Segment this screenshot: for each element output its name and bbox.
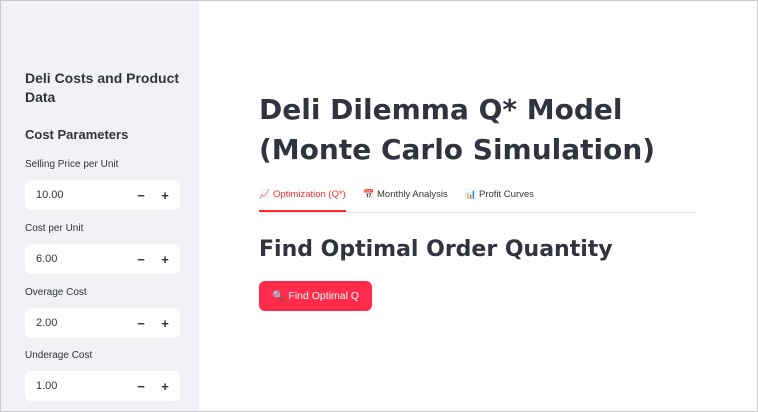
- app-window: Deli Costs and Product Data Cost Paramet…: [0, 0, 758, 412]
- param-label: Overage Cost: [25, 287, 87, 298]
- find-optimal-q-button[interactable]: 🔍 Find Optimal Q: [259, 281, 372, 311]
- decrement-button[interactable]: −: [129, 371, 153, 401]
- tab-label: Monthly Analysis: [377, 189, 448, 200]
- tab-optimization[interactable]: 📈 Optimization (Q*): [259, 184, 346, 212]
- cost-per-unit-input[interactable]: 6.00 − +: [25, 244, 180, 274]
- sidebar: Deli Costs and Product Data Cost Paramet…: [1, 1, 199, 411]
- section-title-cost-parameters: Cost Parameters: [25, 127, 129, 142]
- tab-bar: 📈 Optimization (Q*) 📅 Monthly Analysis 📊 Pr…: [259, 184, 695, 213]
- tab-monthly-analysis[interactable]: 📅 Monthly Analysis: [363, 184, 448, 211]
- tab-profit-curves[interactable]: 📊 Profit Curves: [465, 184, 534, 211]
- param-overage-cost: Overage Cost 2.00 − +: [25, 286, 180, 338]
- section-heading: Find Optimal Order Quantity: [259, 237, 613, 262]
- decrement-button[interactable]: −: [129, 244, 153, 274]
- underage-cost-value[interactable]: 1.00: [25, 380, 129, 392]
- increment-button[interactable]: +: [153, 371, 177, 401]
- cost-per-unit-value[interactable]: 6.00: [25, 253, 129, 265]
- calendar-icon: 📅: [363, 189, 375, 199]
- button-label: Find Optimal Q: [288, 290, 360, 302]
- selling-price-value[interactable]: 10.00: [25, 189, 129, 201]
- tab-label: Optimization (Q*): [273, 189, 346, 200]
- increment-button[interactable]: +: [153, 180, 177, 210]
- param-cost-per-unit: Cost per Unit 6.00 − +: [25, 222, 180, 274]
- decrement-button[interactable]: −: [129, 308, 153, 338]
- param-label: Cost per Unit: [25, 223, 84, 234]
- increment-button[interactable]: +: [153, 308, 177, 338]
- decrement-button[interactable]: −: [129, 180, 153, 210]
- param-label: Underage Cost: [25, 350, 93, 361]
- chart-increasing-icon: 📈: [259, 189, 271, 199]
- bar-chart-icon: 📊: [465, 189, 477, 199]
- param-underage-cost: Underage Cost 1.00 − +: [25, 349, 180, 401]
- magnifier-icon: 🔍: [271, 290, 285, 302]
- param-label: Selling Price per Unit: [25, 159, 119, 170]
- increment-button[interactable]: +: [153, 244, 177, 274]
- sidebar-title: Deli Costs and Product Data: [25, 70, 180, 105]
- overage-cost-value[interactable]: 2.00: [25, 317, 129, 329]
- underage-cost-input[interactable]: 1.00 − +: [25, 371, 180, 401]
- param-selling-price: Selling Price per Unit 10.00 − +: [25, 158, 180, 210]
- tab-label: Profit Curves: [479, 189, 534, 200]
- overage-cost-input[interactable]: 2.00 − +: [25, 308, 180, 338]
- page-title: Deli Dilemma Q* Model (Monte Carlo Simul…: [259, 93, 656, 166]
- selling-price-input[interactable]: 10.00 − +: [25, 180, 180, 210]
